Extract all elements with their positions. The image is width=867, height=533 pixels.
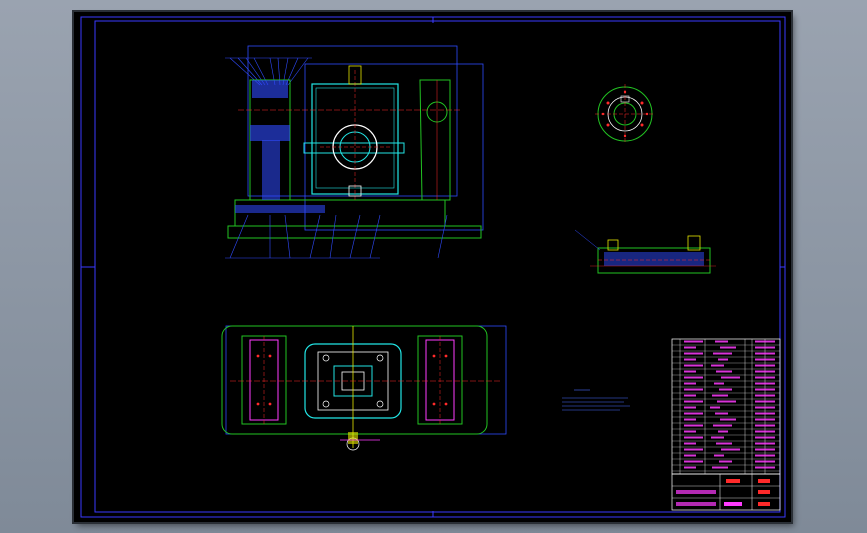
bom-cell-text <box>755 430 775 433</box>
bom-cell-text <box>684 388 703 391</box>
bom-cell-text <box>755 370 775 373</box>
bom-cell-text <box>755 340 775 343</box>
bom-cell-text <box>755 388 775 391</box>
bom-cell-text <box>684 346 696 349</box>
bom-cell-text <box>684 424 703 427</box>
bom-cell-text <box>755 454 775 457</box>
bom-cell-text <box>714 454 724 457</box>
bom-cell-text <box>755 376 775 379</box>
bom-cell-text <box>713 424 732 427</box>
bom-cell-text <box>755 352 775 355</box>
bom-cell-text <box>755 442 775 445</box>
bom-cell-text <box>684 370 696 373</box>
bom-cell-text <box>755 364 775 367</box>
bom-cell-text <box>684 442 696 445</box>
bom-cell-text <box>755 358 775 361</box>
bom-cell-text <box>719 460 732 463</box>
bom-cell-text <box>715 412 728 415</box>
bom-cell-text <box>755 448 775 451</box>
bom-cell-text <box>755 466 775 469</box>
bom-cell-text <box>755 406 775 409</box>
bom-cell-text <box>710 406 720 409</box>
bom-cell-text <box>684 460 703 463</box>
bom-cell-text <box>684 448 703 451</box>
bom-cell-text <box>755 424 775 427</box>
bom-cell-text <box>684 466 696 469</box>
bom-cell-text <box>684 340 703 343</box>
bom-cell-text <box>684 394 696 397</box>
bom-cell-text <box>684 406 696 409</box>
bom-cell-text <box>712 466 728 469</box>
bom-cell-text <box>716 370 732 373</box>
cad-viewer <box>0 0 867 533</box>
bom-cell-text <box>711 436 724 439</box>
cad-drawing-canvas[interactable] <box>0 0 867 533</box>
bom-table <box>671 338 781 475</box>
bom-cell-text <box>719 388 732 391</box>
bom-cell-text <box>755 394 775 397</box>
bom-cell-text <box>684 382 696 385</box>
bom-cell-text <box>712 394 728 397</box>
bom-cell-text <box>755 382 775 385</box>
bom-cell-text <box>720 418 736 421</box>
bom-cell-text <box>684 436 703 439</box>
bom-cell-text <box>684 412 703 415</box>
bom-cell-text <box>684 430 696 433</box>
flange-view <box>595 84 655 144</box>
drawing-frame <box>80 16 786 518</box>
technical-notes <box>562 389 630 411</box>
bom-cell-text <box>721 448 740 451</box>
bom-cell-text <box>715 340 728 343</box>
bom-cell-text <box>720 346 736 349</box>
bom-cell-text <box>684 454 696 457</box>
title-block <box>671 473 781 511</box>
bom-cell-text <box>755 400 775 403</box>
bom-cell-text <box>755 418 775 421</box>
bom-cell-text <box>716 442 732 445</box>
bom-cell-text <box>713 352 732 355</box>
bom-cell-text <box>755 460 775 463</box>
bom-cell-text <box>714 382 724 385</box>
bom-cell-text <box>684 400 703 403</box>
bom-cell-text <box>684 376 703 379</box>
bom-cell-text <box>718 358 728 361</box>
bom-cell-text <box>755 412 775 415</box>
bom-cell-text <box>717 400 736 403</box>
front-view <box>225 45 484 259</box>
top-view <box>221 325 507 451</box>
bom-cell-text <box>684 418 696 421</box>
bom-cell-text <box>755 346 775 349</box>
bom-cell-text <box>684 358 696 361</box>
bom-cell-text <box>718 430 728 433</box>
bom-cell-text <box>711 364 724 367</box>
bom-cell-text <box>684 352 703 355</box>
bom-cell-text <box>755 436 775 439</box>
bom-cell-text <box>721 376 740 379</box>
bom-cell-text <box>684 364 703 367</box>
section-view <box>574 229 716 274</box>
